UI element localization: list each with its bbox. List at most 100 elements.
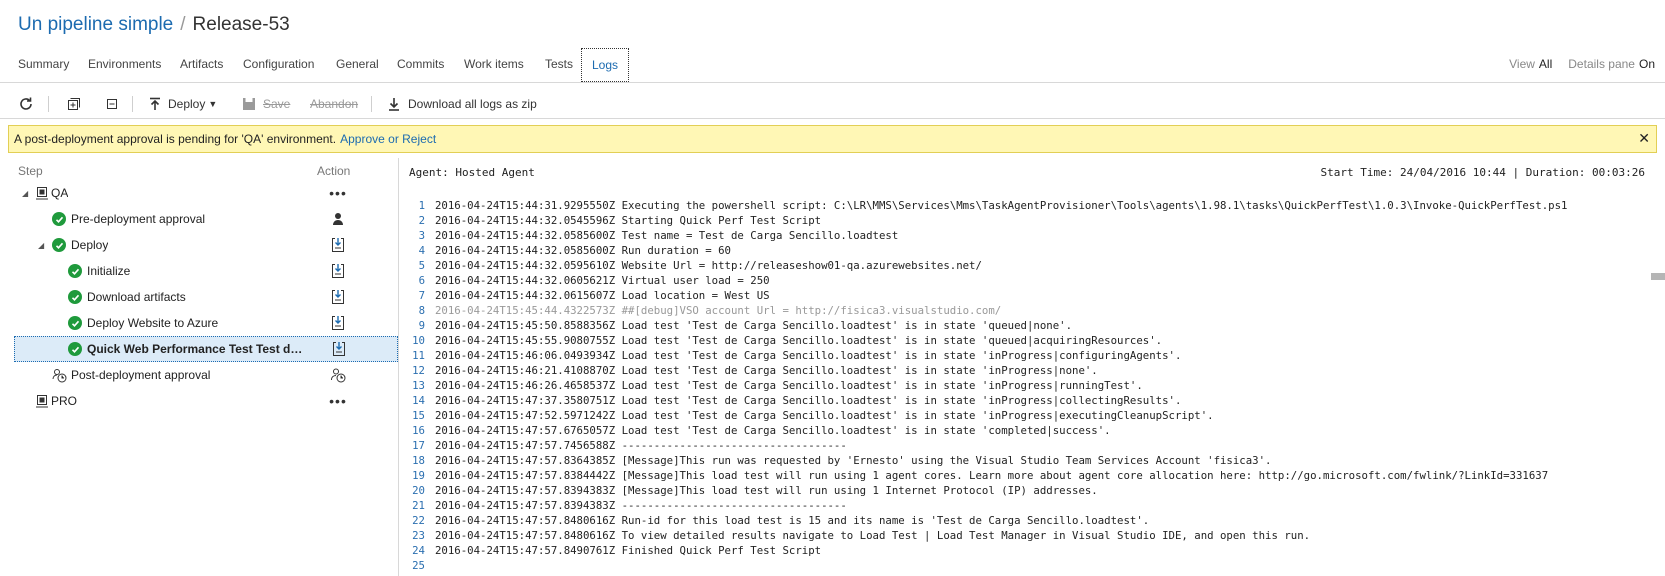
task-deploy-website-to-azure[interactable]: Deploy Website to Azure [0, 310, 398, 336]
abandon-label: Abandon [310, 97, 359, 111]
tab-summary[interactable]: Summary [18, 48, 69, 81]
log-text: 2016-04-24T15:45:44.4322573Z ##[debug]VS… [435, 304, 1002, 317]
log-text: 2016-04-24T15:47:57.8480616Z Run-id for … [435, 514, 1150, 527]
task-quick-web-performance-test[interactable]: Quick Web Performance Test Test de... [14, 336, 398, 362]
environment-label: QA [51, 186, 69, 200]
collapse-triangle-icon[interactable]: ◢ [22, 189, 28, 198]
approve-or-reject-link[interactable]: Approve or Reject [340, 132, 436, 146]
log-line: 24 2016-04-24T15:47:57.8490761Z Finished … [399, 543, 1567, 558]
log-line: 19 2016-04-24T15:47:57.8384442Z [Message]… [399, 468, 1567, 483]
download-log-icon[interactable] [331, 341, 347, 357]
pipeline-link[interactable]: Un pipeline simple [18, 14, 173, 35]
tab-commits[interactable]: Commits [397, 48, 444, 81]
pending-approval-icon [52, 368, 67, 382]
line-number: 14 [412, 394, 425, 407]
log-text: 2016-04-24T15:44:32.0595610Z Website Url… [435, 259, 982, 272]
log-line: 3 2016-04-24T15:44:32.0585600Z Test name … [399, 228, 1567, 243]
tab-environments[interactable]: Environments [88, 48, 161, 81]
log-line: 15 2016-04-24T15:47:52.5971242Z Load test… [399, 408, 1567, 423]
tab-artifacts[interactable]: Artifacts [180, 48, 223, 81]
expand-all-button[interactable] [66, 94, 82, 114]
scrollbar-thumb[interactable] [1651, 273, 1665, 280]
log-text: 2016-04-24T15:47:57.7456588Z -----------… [435, 439, 847, 452]
step-post-deployment-approval[interactable]: Post-deployment approval [0, 362, 398, 388]
chevron-down-icon: ▼ [208, 99, 218, 109]
details-pane-label: Details pane [1568, 57, 1635, 71]
line-number: 12 [412, 364, 425, 377]
step-label: Deploy Website to Azure [87, 316, 219, 330]
step-label: Quick Web Performance Test Test de... [87, 342, 305, 356]
approval-banner: A post-deployment approval is pending fo… [8, 125, 1657, 153]
log-pane: Agent: Hosted Agent Start Time: 24/04/20… [399, 158, 1665, 576]
view-selector[interactable]: All [1539, 57, 1552, 71]
line-number: 6 [418, 274, 425, 287]
environment-icon [36, 395, 48, 408]
phase-deploy[interactable]: ◢ Deploy [0, 232, 398, 258]
log-text: 2016-04-24T15:44:32.0605621Z Virtual use… [435, 274, 770, 287]
log-text: 2016-04-24T15:45:55.9080755Z Load test '… [435, 334, 1163, 347]
close-icon[interactable]: ✕ [1638, 130, 1650, 147]
line-number: 8 [418, 304, 425, 317]
abandon-button[interactable]: Abandon [310, 94, 358, 114]
line-number: 19 [412, 469, 425, 482]
more-actions-icon[interactable]: ••• [329, 185, 346, 201]
deploy-label: Deploy [168, 97, 206, 111]
log-line: 13 2016-04-24T15:46:26.4658537Z Load test… [399, 378, 1567, 393]
details-pane-toggle[interactable]: On [1639, 57, 1655, 71]
download-log-icon[interactable] [330, 263, 346, 279]
view-options: View All Details pane On [1509, 48, 1655, 81]
collapse-triangle-icon[interactable]: ◢ [38, 241, 44, 250]
line-number: 5 [418, 259, 425, 272]
expand-all-icon [68, 98, 80, 110]
log-line: 12 2016-04-24T15:46:21.4108870Z Load test… [399, 363, 1567, 378]
step-pre-deployment-approval[interactable]: Pre-deployment approval [0, 206, 398, 232]
environment-pro[interactable]: PRO ••• [0, 388, 398, 414]
download-log-icon[interactable] [330, 289, 346, 305]
line-number: 17 [412, 439, 425, 452]
approver-user-icon[interactable] [330, 211, 346, 227]
deploy-button[interactable]: Deploy ▼ [148, 94, 217, 114]
download-logs-button[interactable]: Download all logs as zip [387, 94, 537, 114]
log-text: 2016-04-24T15:44:31.9295550Z Executing t… [435, 199, 1568, 212]
task-initialize[interactable]: Initialize [0, 258, 398, 284]
success-check-icon [68, 264, 82, 278]
log-text: 2016-04-24T15:47:57.8490761Z Finished Qu… [435, 544, 822, 557]
log-text: 2016-04-24T15:47:57.8364385Z [Message]Th… [435, 454, 1272, 467]
log-text: 2016-04-24T15:46:06.0493934Z Load test '… [435, 349, 1182, 362]
tab-bar: Summary Environments Artifacts Configura… [0, 48, 1665, 83]
refresh-button[interactable] [18, 94, 34, 114]
tab-general[interactable]: General [336, 48, 379, 81]
tab-tests[interactable]: Tests [545, 48, 573, 81]
step-label: Deploy [71, 238, 109, 252]
download-log-icon[interactable] [330, 315, 346, 331]
toolbar: Deploy ▼ Save Abandon Download all logs … [0, 89, 1665, 119]
deploy-icon [150, 97, 160, 110]
log-line: 21 2016-04-24T15:47:57.8394383Z ---------… [399, 498, 1567, 513]
environment-label: PRO [51, 394, 78, 408]
download-icon [389, 98, 399, 111]
line-number: 18 [412, 454, 425, 467]
breadcrumb-separator: / [180, 14, 186, 35]
collapse-all-icon [107, 99, 117, 109]
collapse-all-button[interactable] [104, 94, 120, 114]
environment-icon [36, 187, 48, 200]
save-button[interactable]: Save [242, 94, 290, 114]
log-text: 2016-04-24T15:47:52.5971242Z Load test '… [435, 409, 1214, 422]
line-number: 13 [412, 379, 425, 392]
line-number: 3 [418, 229, 425, 242]
approver-pending-icon[interactable] [330, 367, 346, 383]
environment-qa[interactable]: ◢ QA ••• [0, 180, 398, 206]
log-text: 2016-04-24T15:46:21.4108870Z Load test '… [435, 364, 1098, 377]
log-line: 9 2016-04-24T15:45:50.8588356Z Load test … [399, 318, 1567, 333]
log-line: 11 2016-04-24T15:46:06.0493934Z Load test… [399, 348, 1567, 363]
tab-logs[interactable]: Logs [581, 48, 630, 82]
tab-work-items[interactable]: Work items [464, 48, 524, 81]
download-log-icon[interactable] [330, 237, 346, 253]
tab-configuration[interactable]: Configuration [243, 48, 314, 81]
log-line: 20 2016-04-24T15:47:57.8394383Z [Message]… [399, 483, 1567, 498]
line-number: 15 [412, 409, 425, 422]
action-column-header: Action [317, 164, 351, 178]
task-download-artifacts[interactable]: Download artifacts [0, 284, 398, 310]
step-label: Download artifacts [87, 290, 186, 304]
more-actions-icon[interactable]: ••• [329, 393, 346, 409]
